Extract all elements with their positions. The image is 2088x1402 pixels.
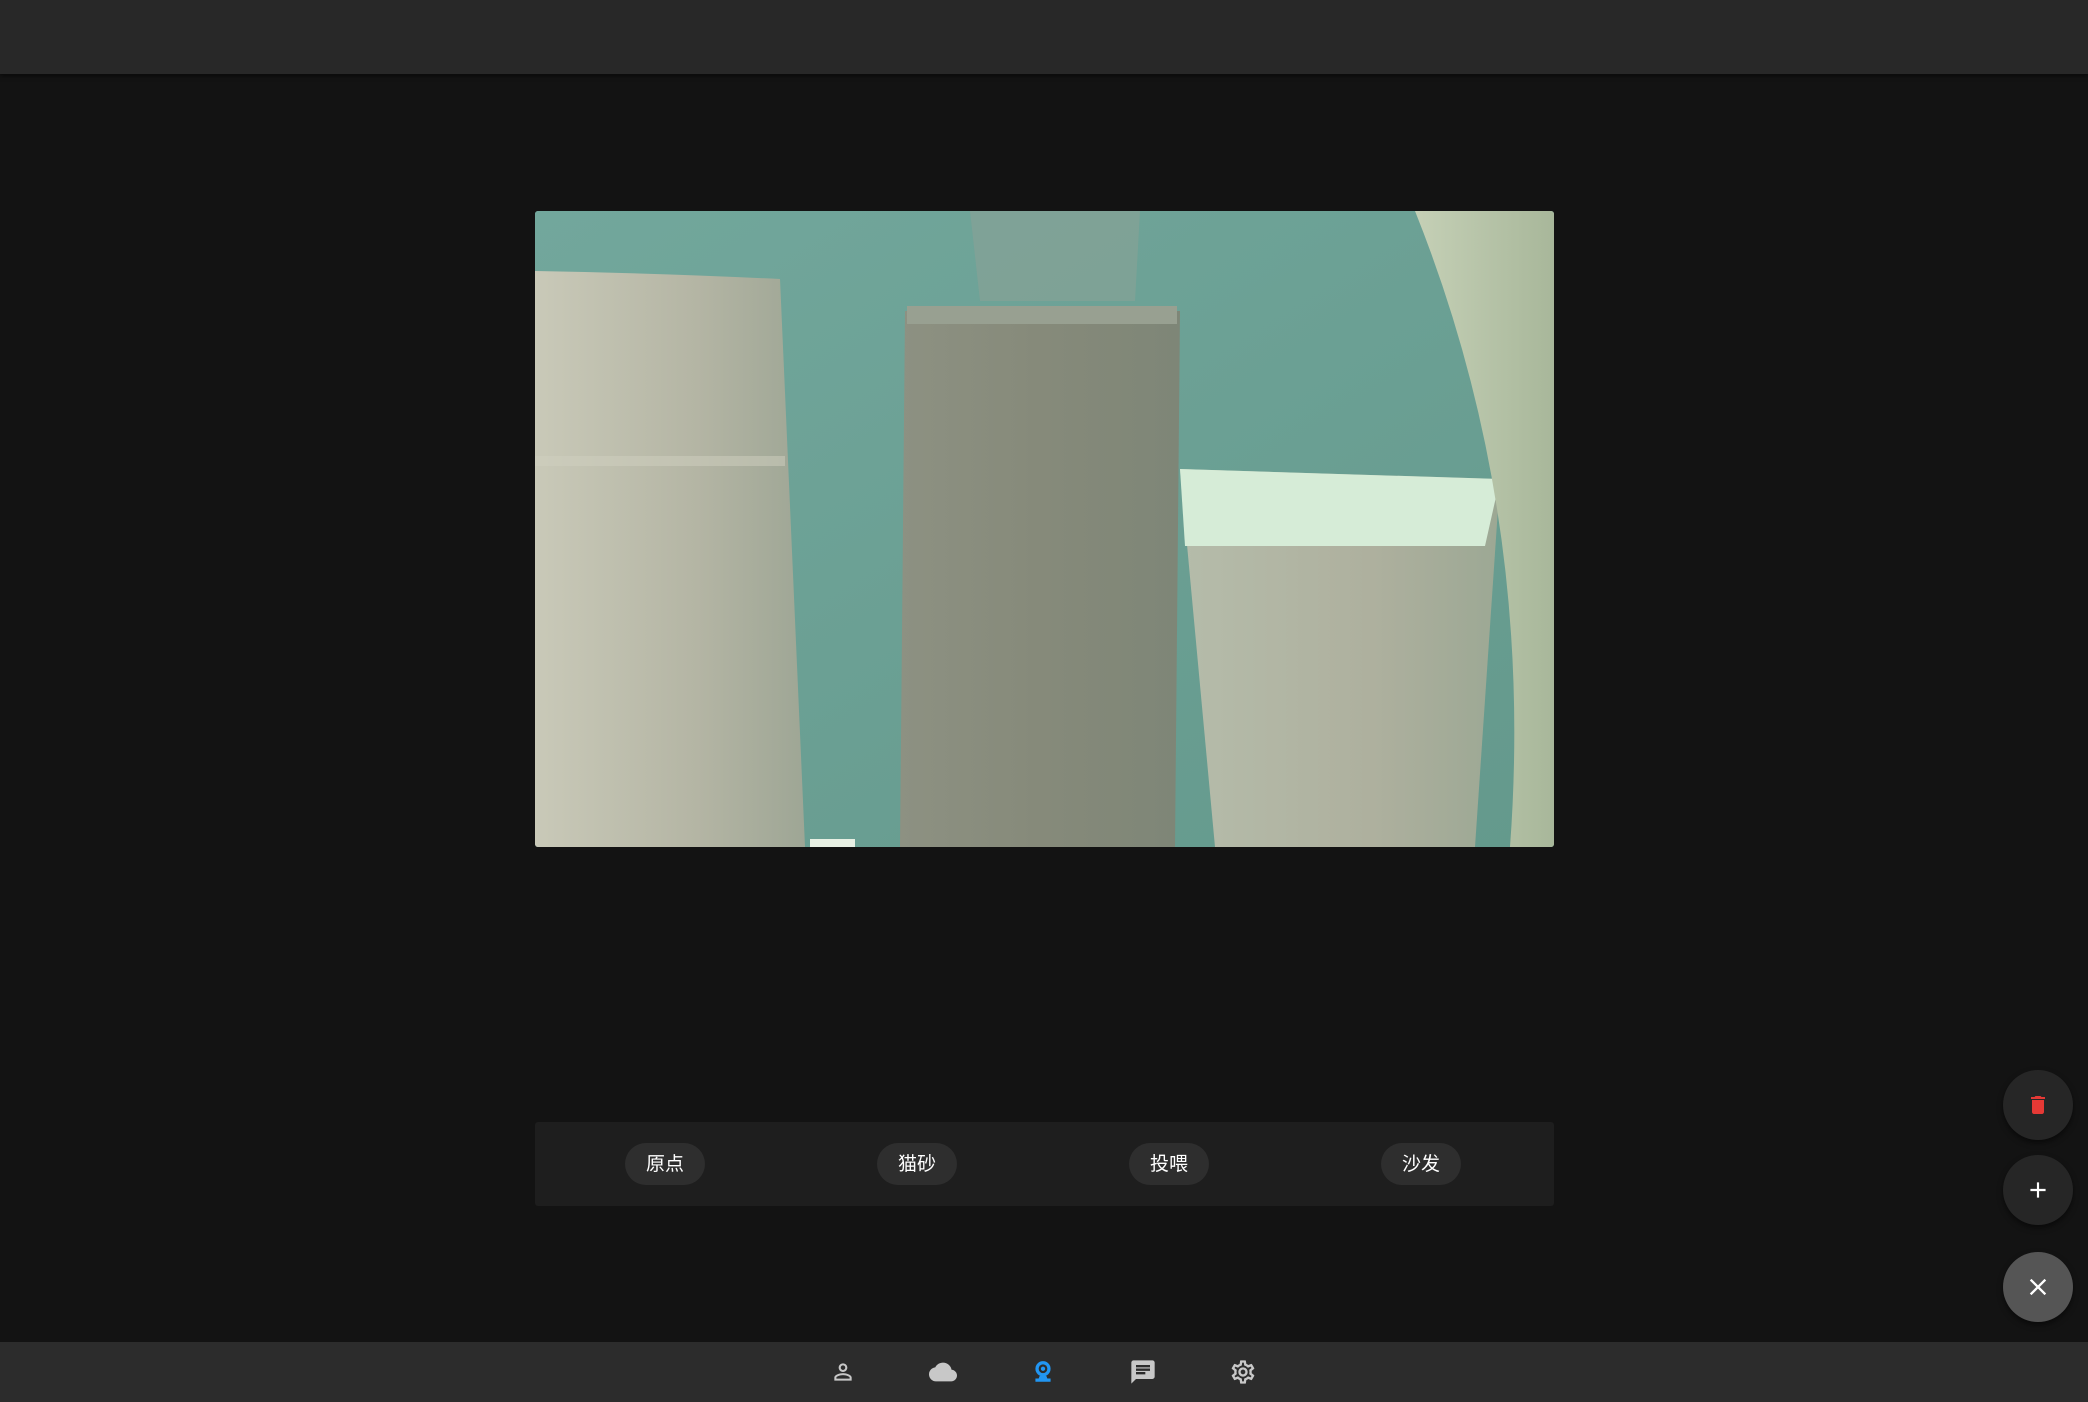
webcam-icon — [1035, 1361, 1051, 1382]
gear-icon — [1231, 1360, 1255, 1384]
close-icon — [2029, 1278, 2047, 1296]
nav-item-messages[interactable] — [1119, 1352, 1167, 1392]
preset-position-bar: 原点 猫砂 投喂 沙发 — [535, 1122, 1554, 1206]
nav-item-cloud[interactable] — [919, 1352, 967, 1392]
chat-icon — [1131, 1360, 1155, 1384]
top-app-bar — [0, 0, 2088, 74]
preset-chip-origin[interactable]: 原点 — [625, 1143, 705, 1185]
preset-chip-feed[interactable]: 投喂 — [1129, 1143, 1209, 1185]
preset-chip-litter[interactable]: 猫砂 — [877, 1143, 957, 1185]
nav-item-profile[interactable] — [819, 1352, 867, 1392]
camera-frame-image — [535, 211, 1554, 847]
plus-icon — [2030, 1182, 2046, 1198]
nav-item-camera[interactable] — [1019, 1352, 1067, 1392]
close-menu-button[interactable] — [2003, 1252, 2073, 1322]
bottom-navigation — [0, 1342, 2088, 1402]
camera-video-feed[interactable] — [535, 211, 1554, 847]
trash-icon — [2031, 1096, 2045, 1114]
nav-item-settings[interactable] — [1219, 1352, 1267, 1392]
delete-preset-button[interactable] — [2003, 1070, 2073, 1140]
preset-chip-sofa[interactable]: 沙发 — [1381, 1143, 1461, 1185]
add-preset-button[interactable] — [2003, 1155, 2073, 1225]
cloud-icon — [929, 1362, 957, 1382]
person-icon — [834, 1363, 852, 1381]
